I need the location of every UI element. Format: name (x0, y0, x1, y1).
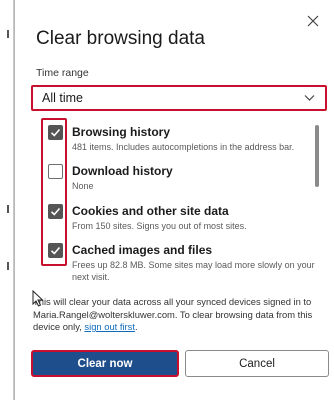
close-icon (307, 15, 319, 27)
cookies-checkbox[interactable] (48, 204, 63, 219)
sync-info-body: This will clear your data across all you… (33, 296, 313, 332)
clear-now-button[interactable]: Clear now (31, 350, 179, 377)
time-range-select[interactable]: All time (31, 85, 327, 111)
cookies-label: Cookies and other site data (72, 204, 229, 218)
sign-out-link[interactable]: sign out first (84, 321, 135, 332)
cancel-button[interactable]: Cancel (185, 350, 329, 377)
download-history-label: Download history (72, 164, 173, 178)
mouse-pointer-icon (32, 290, 44, 307)
browsing-history-label: Browsing history (72, 125, 171, 139)
close-button[interactable] (306, 14, 320, 28)
cookies-desc: From 150 sites. Signs you out of most si… (72, 221, 247, 231)
clear-browsing-data-dialog: Clear browsing data Time range All time … (14, 0, 334, 400)
time-range-label: Time range (36, 67, 89, 79)
options-scrollbar[interactable] (315, 125, 319, 187)
chevron-down-icon (304, 95, 315, 101)
time-range-value: All time (42, 91, 83, 105)
edge-mark (7, 262, 9, 270)
sync-info-text: This will clear your data across all you… (33, 296, 329, 334)
browsing-history-checkbox[interactable] (48, 125, 63, 140)
checkmark-icon (50, 207, 61, 216)
cached-images-label: Cached images and files (72, 243, 213, 257)
dialog-title: Clear browsing data (36, 28, 205, 49)
browsing-history-desc: 481 items. Includes autocompletions in t… (72, 142, 295, 152)
background-window-edge (0, 0, 14, 400)
sync-info-end: . (134, 321, 138, 332)
checkmark-icon (50, 128, 61, 137)
checkmark-icon (50, 246, 61, 255)
cached-images-checkbox[interactable] (48, 243, 63, 258)
download-history-checkbox[interactable] (48, 164, 63, 179)
edge-mark (7, 30, 9, 38)
download-history-desc: None (72, 181, 94, 191)
edge-mark (7, 205, 9, 213)
cached-images-desc: Frees up 82.8 MB. Some sites may load mo… (72, 260, 315, 282)
